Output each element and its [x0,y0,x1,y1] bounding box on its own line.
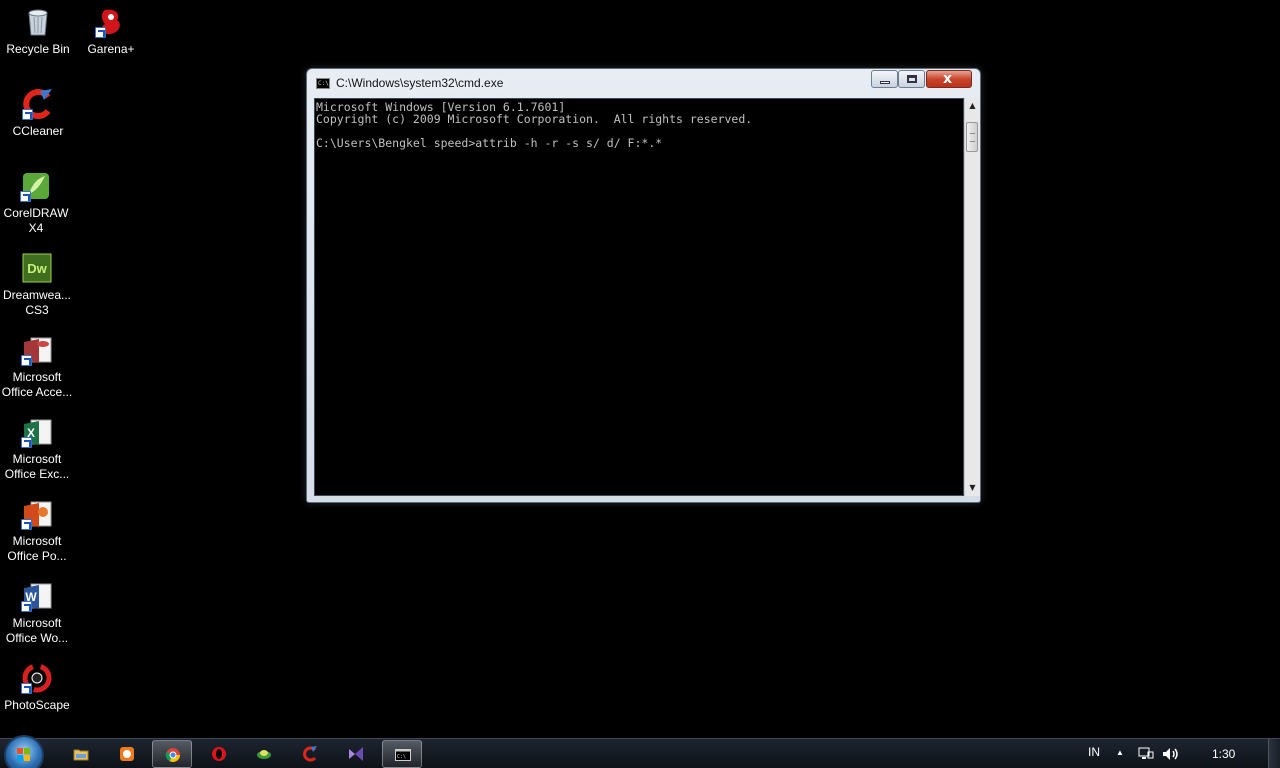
scroll-down-arrow-icon[interactable]: ▼ [965,480,980,496]
tray-expand-arrow-icon[interactable]: ▲ [1116,748,1124,768]
folder-icon [73,749,89,761]
desktop-icon-ms-word[interactable]: W Microsoft Office Wo... [0,580,75,646]
ms-excel-label: Microsoft Office Exc... [4,452,70,481]
title-bar[interactable]: C:\ C:\Windows\system32\cmd.exe x [307,69,980,97]
coreldraw-label: CorelDRAW X4 [3,206,69,235]
photoscape-label: PhotoScape [4,698,70,712]
tray-network[interactable] [1138,747,1154,768]
maximize-icon [907,75,917,83]
shortcut-arrow-icon [21,437,32,448]
close-icon: x [943,71,953,87]
garena-icon [95,6,127,38]
scroll-thumb[interactable] [966,122,978,152]
vertical-scrollbar[interactable]: ▲ ▼ [964,98,980,496]
command-prompt-icon: C:\ [395,749,411,761]
start-button[interactable] [4,735,44,768]
ms-word-label: Microsoft Office Wo... [5,616,69,645]
minimize-button[interactable] [871,70,898,88]
shortcut-arrow-icon [21,355,32,366]
taskbar-windows-explorer[interactable] [61,740,101,768]
console-area[interactable]: Microsoft Windows [Version 6.1.7601] Cop… [314,98,964,496]
shortcut-arrow-icon [21,601,32,612]
ccleaner-icon [22,88,54,120]
ccleaner-icon [303,746,317,762]
svg-text:C:\: C:\ [397,754,406,760]
ccleaner-label: CCleaner [12,124,64,138]
desktop-icon-ccleaner[interactable]: CCleaner [0,88,76,139]
maximize-button[interactable] [898,70,925,88]
shortcut-arrow-icon [22,109,33,120]
taskbar-command-prompt[interactable]: C:\ [382,740,422,768]
window-title: C:\Windows\system32\cmd.exe [336,76,504,90]
chrome-icon [165,748,180,762]
recycle-bin-label: Recycle Bin [6,42,70,56]
taskbar-photo-app[interactable] [107,740,147,768]
shortcut-arrow-icon [21,519,32,530]
visual-studio-icon [349,747,363,761]
opera-icon [212,747,226,761]
taskbar: C:\ IN ▲ 1:30 [0,735,1280,768]
desktop-icon-recycle-bin[interactable]: Recycle Bin [0,6,76,57]
photo-app-icon [120,747,134,761]
ms-powerpoint-label: Microsoft Office Po... [7,534,67,563]
cmd-window[interactable]: C:\ C:\Windows\system32\cmd.exe x Micros… [306,68,981,503]
shortcut-arrow-icon [21,683,32,694]
console-output: Microsoft Windows [Version 6.1.7601] Cop… [316,100,753,150]
taskbar-ccleaner[interactable] [290,740,330,768]
ms-access-label: Microsoft Office Acce... [1,370,73,399]
network-icon [1138,747,1154,759]
ms-excel-icon: X [21,416,53,448]
taskbar-google-chrome[interactable] [152,740,192,768]
desktop-icon-garena[interactable]: Garena+ [73,6,149,57]
coreldraw-icon [20,170,52,202]
show-desktop-button[interactable] [1268,739,1280,768]
desktop-icon-ms-powerpoint[interactable]: Microsoft Office Po... [0,498,75,564]
taskbar-opera[interactable] [199,740,239,768]
cmd-window-icon[interactable]: C:\ [316,78,330,89]
windows-logo-icon [17,748,31,762]
garena-label: Garena+ [87,42,135,56]
dreamweaver-label: Dreamwea... CS3 [2,288,72,317]
desktop-icon-coreldraw[interactable]: CorelDRAW X4 [0,170,74,236]
volume-icon [1163,748,1178,760]
clock[interactable]: 1:30 [1212,747,1235,768]
ms-access-icon [21,334,53,366]
desktop-icon-dreamweaver[interactable]: Dw Dreamwea... CS3 [0,252,75,318]
minimize-icon [880,81,890,84]
desktop-icon-photoscape[interactable]: PhotoScape [0,662,75,713]
taskbar-visual-studio[interactable] [336,740,376,768]
scroll-up-arrow-icon[interactable]: ▲ [965,98,980,114]
desktop-icon-ms-excel[interactable]: X Microsoft Office Exc... [0,416,75,482]
desktop-icon-ms-access[interactable]: Microsoft Office Acce... [0,334,75,400]
photoscape-icon [21,662,53,694]
close-button[interactable]: x [926,70,972,88]
language-indicator[interactable]: IN [1088,745,1100,768]
ms-word-icon: W [21,580,53,612]
recycle-bin-icon [22,6,54,38]
svg-text:Dw: Dw [27,261,47,276]
shortcut-arrow-icon [20,191,31,202]
ms-powerpoint-icon [21,498,53,530]
dreamweaver-icon: Dw [21,252,53,284]
taskbar-network-app[interactable] [244,740,284,768]
tray-volume[interactable] [1162,747,1180,768]
globe-icon [257,750,271,759]
shortcut-arrow-icon [95,27,106,38]
